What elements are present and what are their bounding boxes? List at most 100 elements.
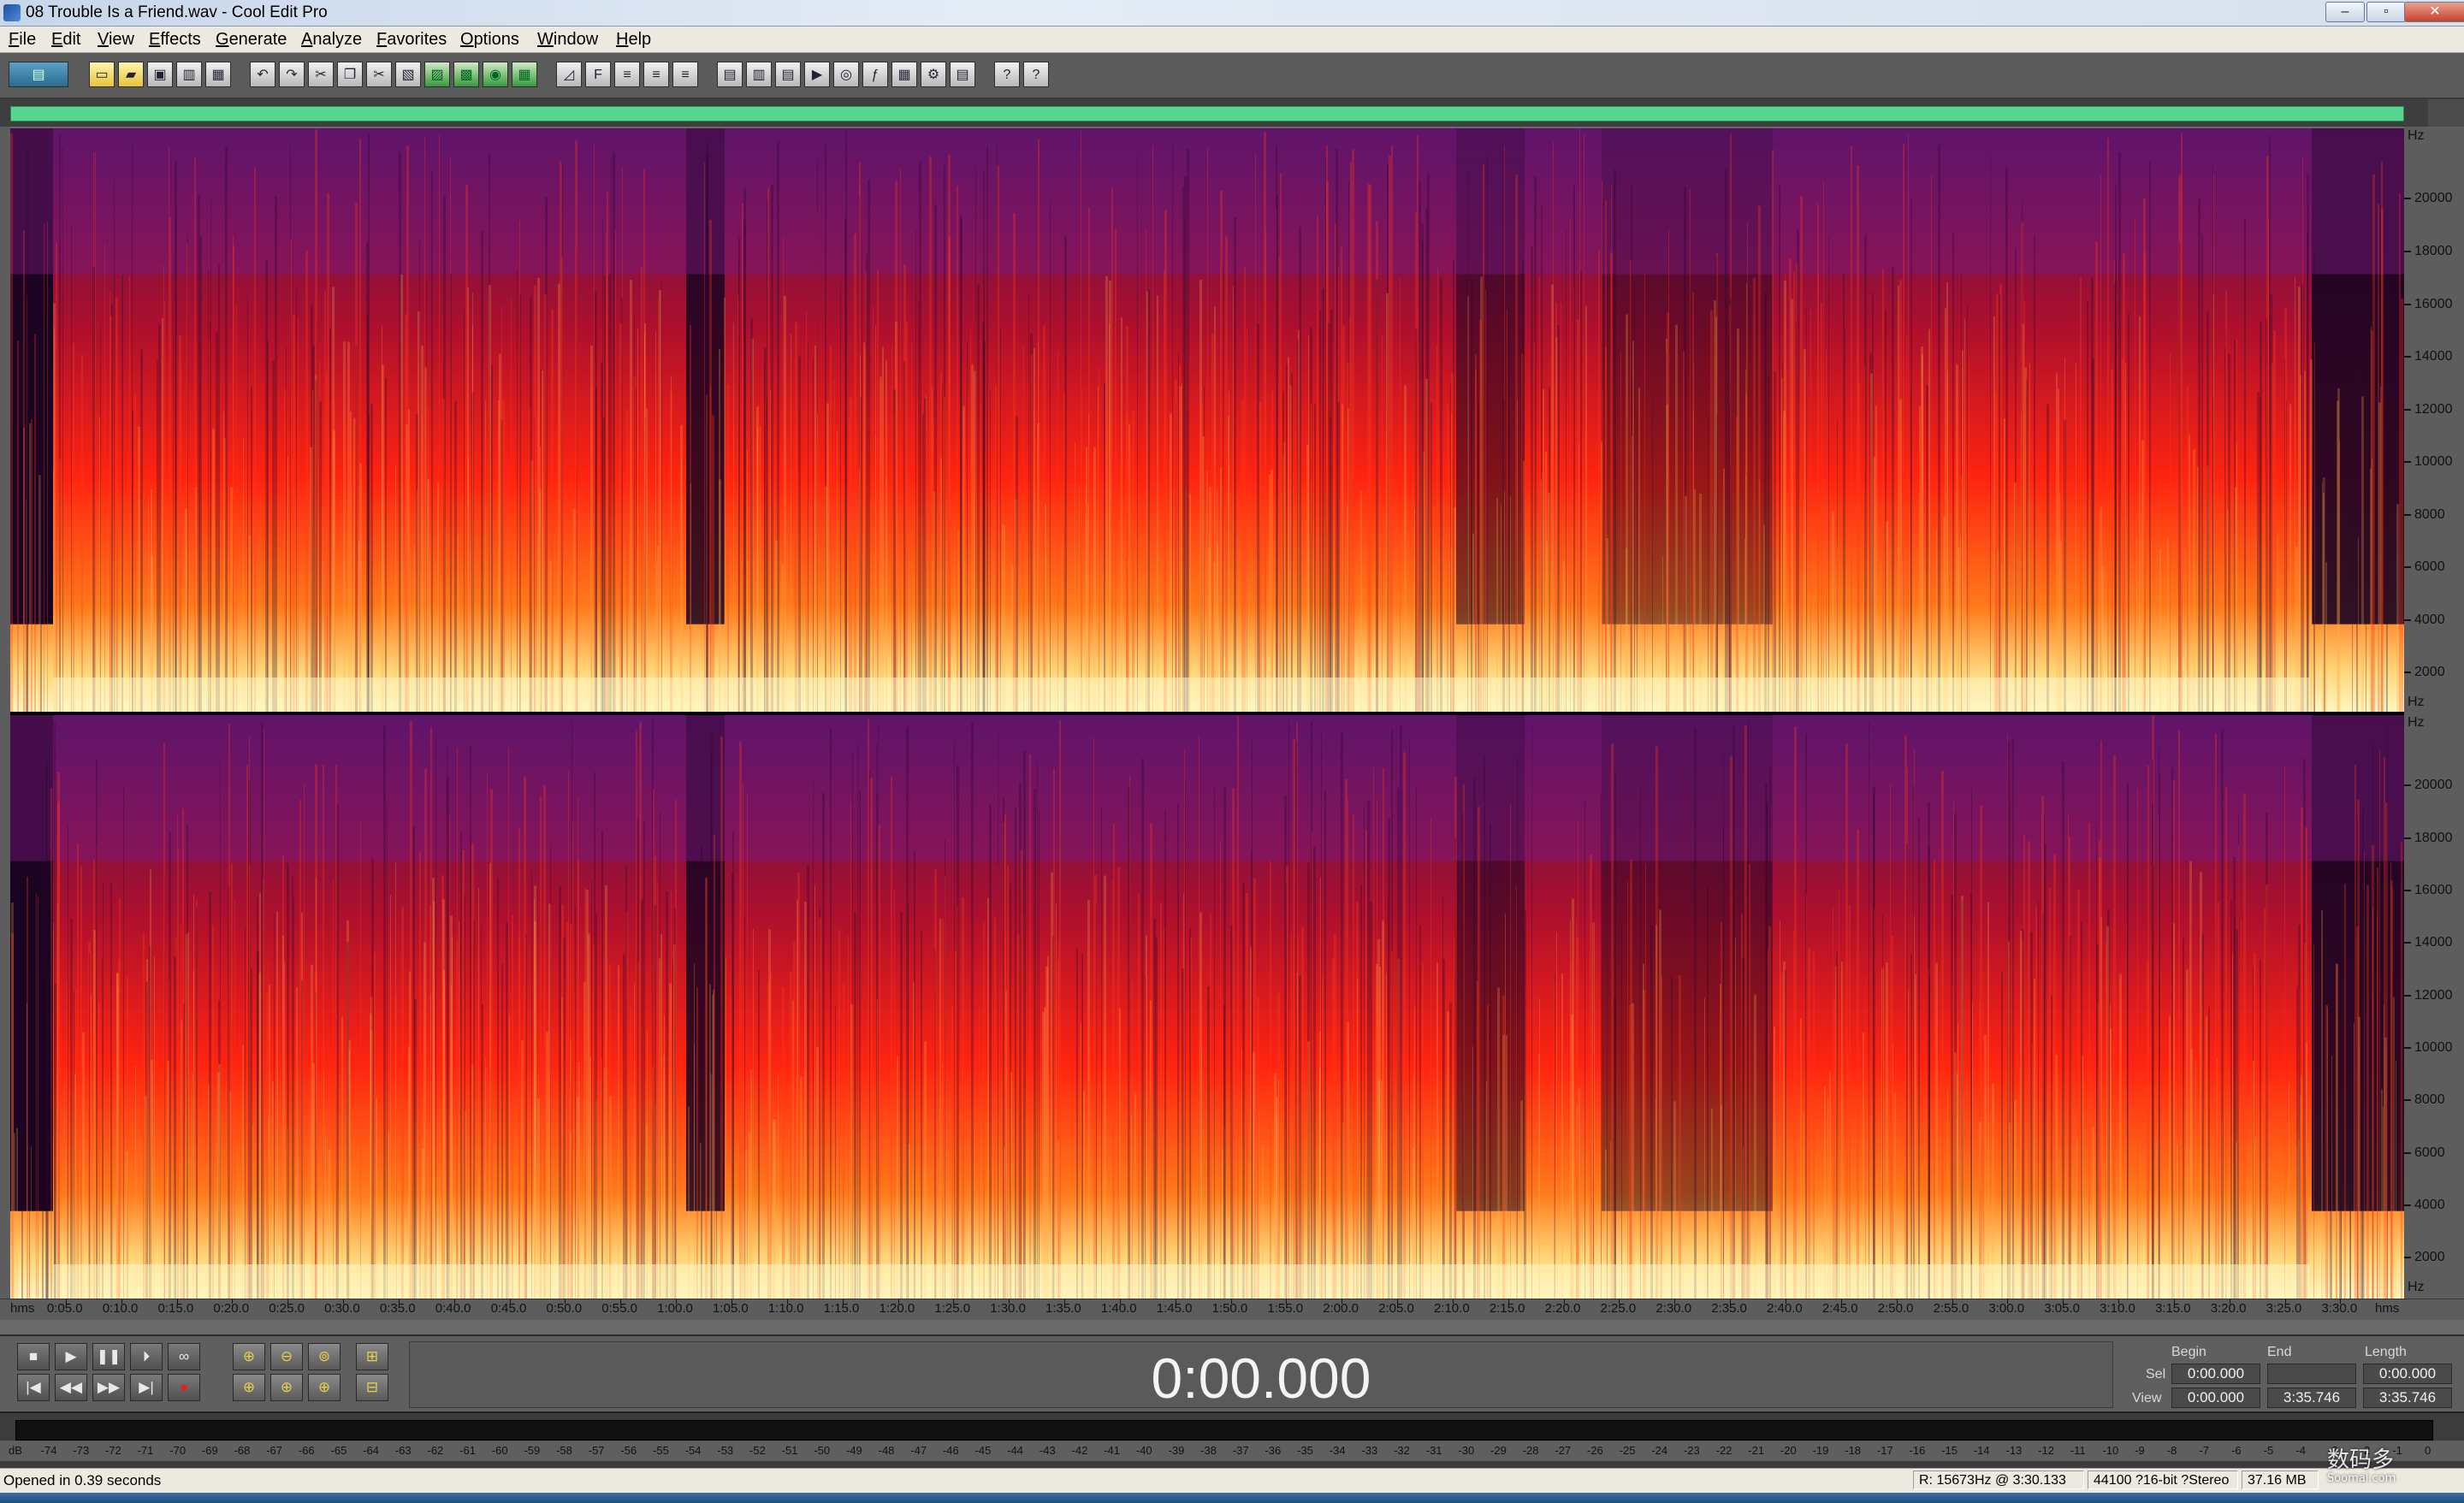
menu-file[interactable]: File xyxy=(9,30,36,50)
new-file-icon[interactable]: ▭ xyxy=(89,62,115,87)
cut-icon[interactable]: ✂ xyxy=(366,62,392,87)
cue-list-icon[interactable]: ▥ xyxy=(746,62,772,87)
repeat-last-icon[interactable]: ✂ xyxy=(308,62,334,87)
frequency-analysis-icon[interactable]: ▶ xyxy=(804,62,830,87)
multitrack-toggle-icon[interactable]: ▤ xyxy=(9,62,68,87)
zoom-vertical-out-icon[interactable]: ⊟ xyxy=(356,1374,388,1401)
spectrogram-streak xyxy=(1517,754,1518,1299)
spectrogram-streak xyxy=(431,170,433,712)
frequency-label: 18000 xyxy=(2414,244,2453,258)
spectrogram-streak xyxy=(1736,417,1738,712)
open-file-icon[interactable]: ▰ xyxy=(118,62,144,87)
menu-edit[interactable]: Edit xyxy=(51,30,80,50)
mix-paste-icon[interactable]: ▩ xyxy=(453,62,479,87)
spectrogram-streak xyxy=(750,317,753,712)
zoom-in-left-icon[interactable]: ⊕ xyxy=(233,1374,265,1401)
zoom-vertical-in-icon[interactable]: ⊕ xyxy=(308,1374,341,1401)
rewind-button[interactable]: ◀◀ xyxy=(55,1374,87,1401)
copy-icon[interactable]: ❐ xyxy=(337,62,363,87)
pause-button[interactable]: ❚❚ xyxy=(92,1343,125,1370)
spectral-view-icon[interactable]: F xyxy=(585,62,611,87)
spectrogram-streak xyxy=(304,783,305,1299)
spectrogram-left-channel[interactable] xyxy=(10,128,2404,712)
view-begin-field[interactable]: 0:00.000 xyxy=(2171,1388,2260,1408)
zoom-in-icon[interactable]: ⊕ xyxy=(233,1343,265,1370)
snap-zero-icon[interactable]: ≡ xyxy=(672,62,698,87)
spectrogram-streak xyxy=(990,389,991,712)
spectrogram-streak xyxy=(2152,803,2153,1299)
phase-icon[interactable]: ◎ xyxy=(833,62,859,87)
menu-analyze[interactable]: Analyze xyxy=(301,30,362,50)
go-to-end-button[interactable]: ▶| xyxy=(130,1374,163,1401)
play-list-icon[interactable]: ▤ xyxy=(775,62,801,87)
time-ruler[interactable]: hms 0:05.0 0:10.0 0:15.0 0:20.0 0:25.0 0:30.0 0… xyxy=(0,1299,2464,1320)
spectrogram-right-channel[interactable] xyxy=(10,715,2404,1299)
insert-cd-icon[interactable]: ◉ xyxy=(483,62,508,87)
spectrogram-streak xyxy=(897,1056,898,1299)
spectrogram-streak xyxy=(1593,873,1594,1299)
play-to-end-button[interactable]: ⏵ xyxy=(130,1343,163,1370)
spectrogram-streak xyxy=(89,953,90,1299)
paste-new-icon[interactable]: ▨ xyxy=(424,62,450,87)
close-button[interactable]: ✕ xyxy=(2404,2,2464,22)
level-meter-label: -73 xyxy=(73,1444,90,1457)
frequency-label: 10000 xyxy=(2414,1040,2453,1055)
paste-icon[interactable]: ▧ xyxy=(395,62,421,87)
overview-range[interactable] xyxy=(10,106,2404,121)
spectrogram-streak xyxy=(1644,273,1645,712)
close-file-icon[interactable]: ▦ xyxy=(205,62,231,87)
stop-button[interactable]: ■ xyxy=(17,1343,50,1370)
fast-forward-button[interactable]: ▶▶ xyxy=(92,1374,125,1401)
waveform-view-icon[interactable]: ◿ xyxy=(556,62,582,87)
menu-favorites[interactable]: Favorites xyxy=(376,30,447,50)
go-to-start-button[interactable]: |◀ xyxy=(17,1374,50,1401)
spectrogram-streak xyxy=(870,778,873,1299)
spectrogram-streak xyxy=(2153,865,2154,1299)
zoom-selection-icon[interactable]: ⊞ xyxy=(356,1343,388,1370)
snap-ruler-icon[interactable]: ≡ xyxy=(614,62,640,87)
settings-icon[interactable]: ⚙ xyxy=(921,62,946,87)
maximize-button[interactable]: ▫ xyxy=(2366,2,2406,22)
save-icon[interactable]: ▣ xyxy=(147,62,173,87)
help-icon[interactable]: ? xyxy=(994,62,1020,87)
view-length-field[interactable]: 3:35.746 xyxy=(2363,1388,2452,1408)
loop-button[interactable]: ∞ xyxy=(168,1343,200,1370)
menu-effects[interactable]: Effects xyxy=(149,30,201,50)
minimize-button[interactable]: – xyxy=(2325,2,2365,22)
overview-bar[interactable] xyxy=(0,99,2464,127)
record-button[interactable]: ● xyxy=(168,1374,200,1401)
zoom-in-right-icon[interactable]: ⊕ xyxy=(270,1374,303,1401)
info-icon[interactable]: ▤ xyxy=(717,62,743,87)
spectrogram-streak xyxy=(193,894,194,1299)
batch-icon[interactable]: ▦ xyxy=(512,62,537,87)
sel-begin-field[interactable]: 0:00.000 xyxy=(2171,1364,2260,1384)
spectrogram-streak xyxy=(2111,369,2113,712)
sel-length-field[interactable]: 0:00.000 xyxy=(2363,1364,2452,1384)
frequency-label: 8000 xyxy=(2414,1092,2445,1107)
menu-window[interactable]: Window xyxy=(537,30,598,50)
save-as-icon[interactable]: ▥ xyxy=(176,62,202,87)
menu-view[interactable]: View xyxy=(98,30,134,50)
level-meter-label: -7 xyxy=(2199,1444,2209,1457)
redo-icon[interactable]: ↷ xyxy=(279,62,305,87)
spectrogram-streak xyxy=(1367,183,1370,712)
whats-this-icon[interactable]: ? xyxy=(1023,62,1049,87)
undo-icon[interactable]: ↶ xyxy=(250,62,275,87)
overview-scroll[interactable] xyxy=(2428,99,2464,127)
spectrogram-streak xyxy=(1836,952,1838,1299)
menu-options[interactable]: Options xyxy=(460,30,519,50)
menu-generate[interactable]: Generate xyxy=(216,30,287,50)
zoom-out-icon[interactable]: ⊖ xyxy=(270,1343,303,1370)
spectrogram-streak xyxy=(1577,319,1579,712)
scripts-icon[interactable]: ▤ xyxy=(950,62,975,87)
spectrogram-streak xyxy=(873,306,874,712)
menu-help[interactable]: Help xyxy=(616,30,651,50)
levels-icon[interactable]: ▦ xyxy=(891,62,917,87)
snap-cue-icon[interactable]: ≡ xyxy=(643,62,669,87)
sel-end-field[interactable] xyxy=(2267,1364,2356,1384)
statistics-icon[interactable]: ƒ xyxy=(862,62,888,87)
play-button[interactable]: ▶ xyxy=(55,1343,87,1370)
zoom-full-icon[interactable]: ⊚ xyxy=(308,1343,341,1370)
spectrogram-streak xyxy=(1720,984,1721,1299)
view-end-field[interactable]: 3:35.746 xyxy=(2267,1388,2356,1408)
